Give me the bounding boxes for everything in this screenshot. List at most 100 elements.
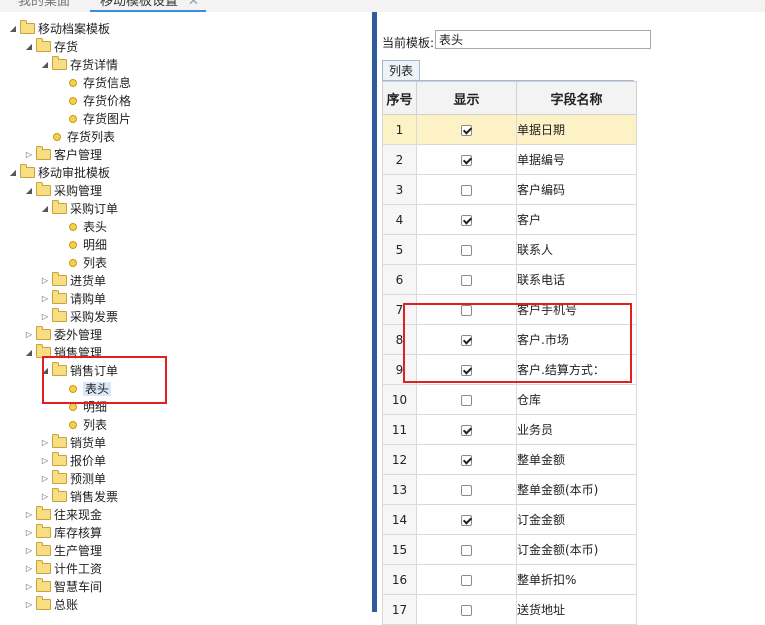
tree-node[interactable]: 表头: [55, 380, 112, 398]
table-row[interactable]: 14 订金金额: [382, 504, 637, 535]
show-checkbox[interactable]: [461, 154, 472, 166]
table-row[interactable]: 11 业务员: [382, 414, 637, 445]
expand-icon[interactable]: ▷: [23, 542, 35, 560]
tree-node[interactable]: ◢ 移动档案模板: [7, 20, 110, 38]
tree-node[interactable]: ▷ 进货单: [39, 272, 106, 290]
tree-node[interactable]: ◢ 采购订单: [39, 200, 118, 218]
show-checkbox[interactable]: [461, 334, 472, 346]
table-row[interactable]: 1 单据日期: [382, 114, 637, 145]
table-row[interactable]: 3 客户编码: [382, 174, 637, 205]
expand-icon[interactable]: ▷: [39, 434, 51, 452]
tree-node[interactable]: ▷ 请购单: [39, 290, 106, 308]
table-row[interactable]: 12 整单金额: [382, 444, 637, 475]
show-checkbox[interactable]: [461, 424, 472, 436]
tree-node[interactable]: ▷ 计件工资: [23, 560, 102, 578]
show-checkbox[interactable]: [461, 574, 472, 586]
folder-icon: [52, 470, 67, 484]
table-row[interactable]: 13 整单金额(本币): [382, 474, 637, 505]
expand-icon[interactable]: ▷: [39, 308, 51, 326]
collapse-icon[interactable]: ◢: [7, 20, 19, 38]
tree-node[interactable]: ◢ 销售管理: [23, 344, 102, 362]
tree-node[interactable]: 存货图片: [55, 110, 131, 128]
collapse-icon[interactable]: ◢: [39, 362, 51, 380]
tree-node[interactable]: ▷ 往来现金: [23, 506, 102, 524]
tree-node-label: 库存核算: [54, 526, 103, 540]
column-header-show[interactable]: 显示: [416, 81, 517, 115]
tab-mobile-template-settings[interactable]: 移动模板设置 ✕: [90, 0, 207, 12]
table-row[interactable]: 17 送货地址: [382, 594, 637, 625]
table-row[interactable]: 10 仓库: [382, 384, 637, 415]
show-checkbox[interactable]: [461, 604, 472, 616]
show-checkbox[interactable]: [461, 184, 472, 196]
expand-icon[interactable]: ▷: [23, 506, 35, 524]
expand-icon[interactable]: ▷: [39, 272, 51, 290]
table-row[interactable]: 16 整单折扣%: [382, 564, 637, 595]
tree-node[interactable]: ◢ 采购管理: [23, 182, 102, 200]
table-row[interactable]: 6 联系电话: [382, 264, 637, 295]
tree-node[interactable]: 列表: [55, 254, 107, 272]
tree-node[interactable]: 明细: [55, 236, 107, 254]
current-template-input[interactable]: [435, 30, 651, 49]
tree-node[interactable]: 存货信息: [55, 74, 131, 92]
expand-icon[interactable]: ▷: [39, 488, 51, 506]
table-row[interactable]: 9 客户.结算方式：: [382, 354, 637, 385]
table-row[interactable]: 5 联系人: [382, 234, 637, 265]
tree-node[interactable]: ▷ 委外管理: [23, 326, 102, 344]
show-checkbox[interactable]: [461, 544, 472, 556]
tree-node[interactable]: ▷ 客户管理: [23, 146, 102, 164]
tree-node[interactable]: ◢ 移动审批模板: [7, 164, 110, 182]
expand-icon[interactable]: ▷: [23, 596, 35, 614]
table-row[interactable]: 8 客户.市场: [382, 324, 637, 355]
tree-node[interactable]: ◢ 存货: [23, 38, 78, 56]
expand-icon[interactable]: ▷: [23, 326, 35, 344]
show-cell: [416, 504, 517, 535]
expand-icon[interactable]: ▷: [39, 452, 51, 470]
expand-icon[interactable]: ▷: [23, 560, 35, 578]
column-header-no[interactable]: 序号: [382, 81, 417, 115]
tree-node[interactable]: ◢ 销售订单: [39, 362, 118, 380]
tree-node[interactable]: ▷ 总账: [23, 596, 78, 614]
show-checkbox[interactable]: [461, 304, 472, 316]
collapse-icon[interactable]: ◢: [23, 182, 35, 200]
tree-node[interactable]: 明细: [55, 398, 107, 416]
tree-node[interactable]: ▷ 销货单: [39, 434, 106, 452]
tree-node[interactable]: 存货价格: [55, 92, 131, 110]
show-checkbox[interactable]: [461, 244, 472, 256]
expand-icon[interactable]: ▷: [39, 470, 51, 488]
show-checkbox[interactable]: [461, 124, 472, 136]
expand-icon[interactable]: ▷: [23, 578, 35, 596]
tree-node[interactable]: 列表: [55, 416, 107, 434]
collapse-icon[interactable]: ◢: [39, 200, 51, 218]
table-row[interactable]: 7 客户手机号: [382, 294, 637, 325]
collapse-icon[interactable]: ◢: [23, 38, 35, 56]
tree-node[interactable]: 存货列表: [39, 128, 115, 146]
tree-node[interactable]: ▷ 生产管理: [23, 542, 102, 560]
collapse-icon[interactable]: ◢: [23, 344, 35, 362]
collapse-icon[interactable]: ◢: [7, 164, 19, 182]
tree-node[interactable]: ▷ 智慧车间: [23, 578, 102, 596]
expand-icon[interactable]: ▷: [39, 290, 51, 308]
show-checkbox[interactable]: [461, 484, 472, 496]
expand-icon[interactable]: ▷: [23, 146, 35, 164]
collapse-icon[interactable]: ◢: [39, 56, 51, 74]
show-checkbox[interactable]: [461, 454, 472, 466]
table-row[interactable]: 2 单据编号: [382, 144, 637, 175]
show-checkbox[interactable]: [461, 364, 472, 376]
table-row[interactable]: 4 客户: [382, 204, 637, 235]
tree-node[interactable]: ▷ 预测单: [39, 470, 106, 488]
tree-node[interactable]: ◢ 存货详情: [39, 56, 118, 74]
tab-list[interactable]: 列表: [382, 60, 420, 80]
show-checkbox[interactable]: [461, 214, 472, 226]
tree-node[interactable]: ▷ 库存核算: [23, 524, 102, 542]
show-checkbox[interactable]: [461, 274, 472, 286]
tree-node[interactable]: ▷ 销售发票: [39, 488, 118, 506]
column-header-field-name[interactable]: 字段名称: [516, 81, 637, 115]
show-checkbox[interactable]: [461, 394, 472, 406]
tree-node[interactable]: 表头: [55, 218, 107, 236]
tree-node[interactable]: ▷ 采购发票: [39, 308, 118, 326]
expand-icon[interactable]: ▷: [23, 524, 35, 542]
table-row[interactable]: 15 订金金额(本币): [382, 534, 637, 565]
tree-node[interactable]: ▷ 报价单: [39, 452, 106, 470]
tab-desktop[interactable]: 我的桌面: [18, 0, 70, 12]
show-checkbox[interactable]: [461, 514, 472, 526]
